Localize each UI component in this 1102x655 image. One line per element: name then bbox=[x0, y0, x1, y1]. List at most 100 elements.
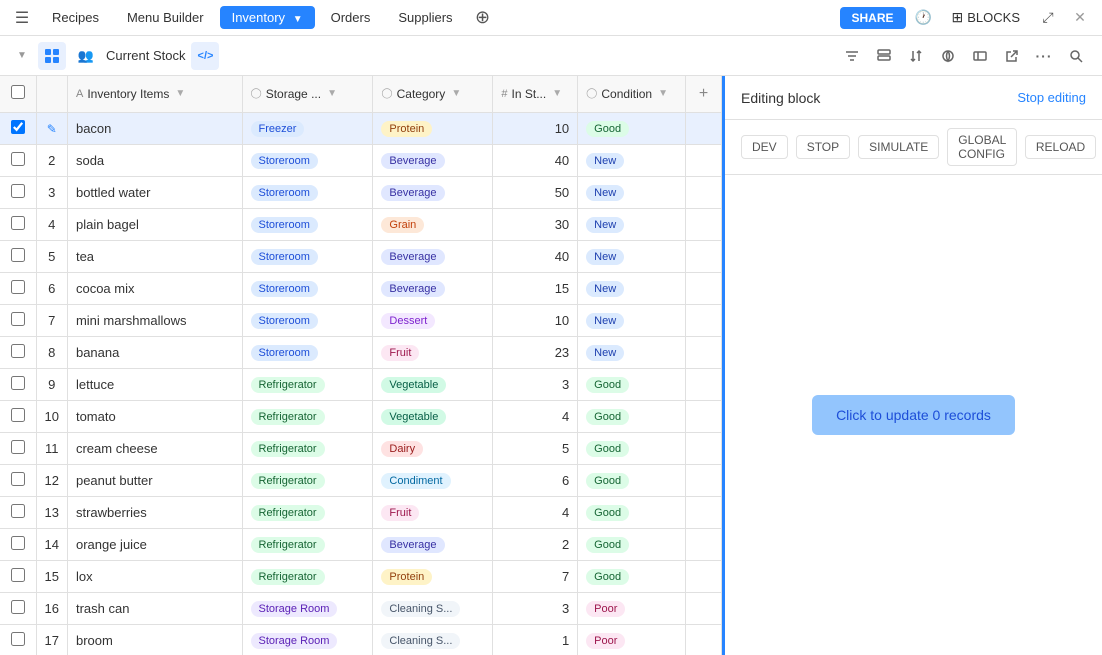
more-options-btn[interactable]: ··· bbox=[1030, 42, 1058, 70]
stop-button[interactable]: STOP bbox=[796, 135, 850, 159]
row-category[interactable]: Beverage bbox=[373, 176, 493, 208]
row-storage[interactable]: Refrigerator bbox=[242, 560, 373, 592]
nav-tab-menu-builder[interactable]: Menu Builder bbox=[115, 6, 216, 29]
row-item-name[interactable]: broom bbox=[67, 624, 242, 655]
row-item-name[interactable]: orange juice bbox=[67, 528, 242, 560]
row-item-name[interactable]: lox bbox=[67, 560, 242, 592]
row-checkbox[interactable] bbox=[11, 440, 25, 454]
row-storage[interactable]: Storeroom bbox=[242, 304, 373, 336]
expand-icon[interactable]: ⤢ bbox=[1034, 4, 1062, 32]
row-condition[interactable]: Poor bbox=[578, 624, 686, 655]
row-checkbox[interactable] bbox=[11, 536, 25, 550]
row-condition[interactable]: Good bbox=[578, 112, 686, 144]
row-checkbox[interactable] bbox=[11, 504, 25, 518]
row-condition[interactable]: Good bbox=[578, 400, 686, 432]
row-category[interactable]: Fruit bbox=[373, 496, 493, 528]
row-checkbox[interactable] bbox=[11, 408, 25, 422]
people-icon[interactable]: 👥 bbox=[72, 42, 100, 70]
row-storage[interactable]: Storeroom bbox=[242, 144, 373, 176]
row-storage[interactable]: Refrigerator bbox=[242, 368, 373, 400]
row-condition[interactable]: New bbox=[578, 240, 686, 272]
row-storage[interactable]: Refrigerator bbox=[242, 400, 373, 432]
row-checkbox[interactable] bbox=[11, 632, 25, 646]
simulate-button[interactable]: SIMULATE bbox=[858, 135, 939, 159]
row-condition[interactable]: New bbox=[578, 272, 686, 304]
nav-tab-orders[interactable]: Orders bbox=[319, 6, 383, 29]
row-category[interactable]: Beverage bbox=[373, 240, 493, 272]
row-item-name[interactable]: cream cheese bbox=[67, 432, 242, 464]
row-storage[interactable]: Storeroom bbox=[242, 240, 373, 272]
reload-button[interactable]: RELOAD bbox=[1025, 135, 1096, 159]
row-category[interactable]: Grain bbox=[373, 208, 493, 240]
row-item-name[interactable]: peanut butter bbox=[67, 464, 242, 496]
code-view-btn[interactable]: </> bbox=[191, 42, 219, 70]
row-checkbox[interactable] bbox=[11, 568, 25, 582]
row-condition[interactable]: New bbox=[578, 304, 686, 336]
row-storage[interactable]: Refrigerator bbox=[242, 432, 373, 464]
filter-btn[interactable] bbox=[838, 42, 866, 70]
row-condition[interactable]: New bbox=[578, 336, 686, 368]
row-item-name[interactable]: cocoa mix bbox=[67, 272, 242, 304]
update-records-button[interactable]: Click to update 0 records bbox=[812, 395, 1015, 435]
dev-button[interactable]: DEV bbox=[741, 135, 788, 159]
row-condition[interactable]: Good bbox=[578, 560, 686, 592]
row-condition[interactable]: Good bbox=[578, 464, 686, 496]
header-inventory-items[interactable]: A Inventory Items ▼ bbox=[67, 76, 242, 112]
table-view-icon[interactable] bbox=[38, 42, 66, 70]
header-category[interactable]: ◯ Category ▼ bbox=[373, 76, 493, 112]
nav-tab-recipes[interactable]: Recipes bbox=[40, 6, 111, 29]
nav-tab-suppliers[interactable]: Suppliers bbox=[386, 6, 464, 29]
row-checkbox[interactable] bbox=[11, 152, 25, 166]
global-config-button[interactable]: GLOBAL CONFIG bbox=[947, 128, 1017, 166]
row-checkbox[interactable] bbox=[11, 184, 25, 198]
row-checkbox[interactable] bbox=[11, 600, 25, 614]
row-item-name[interactable]: bacon bbox=[67, 112, 242, 144]
row-storage[interactable]: Storeroom bbox=[242, 176, 373, 208]
row-condition[interactable]: New bbox=[578, 144, 686, 176]
hide-fields-btn[interactable] bbox=[966, 42, 994, 70]
row-condition[interactable]: New bbox=[578, 208, 686, 240]
header-condition[interactable]: ◯ Condition ▼ bbox=[578, 76, 686, 112]
row-category[interactable]: Dessert bbox=[373, 304, 493, 336]
row-storage[interactable]: Storeroom bbox=[242, 272, 373, 304]
row-condition[interactable]: Good bbox=[578, 368, 686, 400]
header-stock[interactable]: # In St... ▼ bbox=[493, 76, 578, 112]
row-category[interactable]: Vegetable bbox=[373, 400, 493, 432]
row-storage[interactable]: Refrigerator bbox=[242, 464, 373, 496]
row-item-name[interactable]: strawberries bbox=[67, 496, 242, 528]
row-storage[interactable]: Storage Room bbox=[242, 624, 373, 655]
row-storage[interactable]: Storage Room bbox=[242, 592, 373, 624]
layout-btn[interactable] bbox=[870, 42, 898, 70]
search-btn[interactable] bbox=[1062, 42, 1090, 70]
add-tab-button[interactable]: ⊕ bbox=[469, 4, 497, 32]
color-btn[interactable] bbox=[934, 42, 962, 70]
row-condition[interactable]: Poor bbox=[578, 592, 686, 624]
row-checkbox[interactable] bbox=[11, 472, 25, 486]
row-checkbox[interactable] bbox=[11, 376, 25, 390]
row-category[interactable]: Dairy bbox=[373, 432, 493, 464]
row-category[interactable]: Protein bbox=[373, 112, 493, 144]
close-icon[interactable]: ✕ bbox=[1066, 4, 1094, 32]
row-category[interactable]: Vegetable bbox=[373, 368, 493, 400]
share-view-btn[interactable] bbox=[998, 42, 1026, 70]
row-checkbox[interactable] bbox=[11, 312, 25, 326]
nav-tab-inventory[interactable]: Inventory ▼ bbox=[220, 6, 315, 29]
row-checkbox[interactable] bbox=[11, 344, 25, 358]
row-storage[interactable]: Refrigerator bbox=[242, 496, 373, 528]
stop-editing-button[interactable]: Stop editing bbox=[1017, 90, 1086, 105]
share-button[interactable]: SHARE bbox=[840, 7, 906, 29]
row-condition[interactable]: New bbox=[578, 176, 686, 208]
row-condition[interactable]: Good bbox=[578, 496, 686, 528]
header-add-col[interactable]: + bbox=[686, 76, 722, 112]
row-item-name[interactable]: trash can bbox=[67, 592, 242, 624]
row-category[interactable]: Condiment bbox=[373, 464, 493, 496]
row-condition[interactable]: Good bbox=[578, 432, 686, 464]
row-checkbox[interactable] bbox=[11, 216, 25, 230]
row-category[interactable]: Beverage bbox=[373, 144, 493, 176]
row-storage[interactable]: Storeroom bbox=[242, 208, 373, 240]
row-category[interactable]: Cleaning S... bbox=[373, 592, 493, 624]
hamburger-menu[interactable]: ☰ bbox=[8, 4, 36, 32]
row-category[interactable]: Cleaning S... bbox=[373, 624, 493, 655]
row-item-name[interactable]: tomato bbox=[67, 400, 242, 432]
row-item-name[interactable]: lettuce bbox=[67, 368, 242, 400]
